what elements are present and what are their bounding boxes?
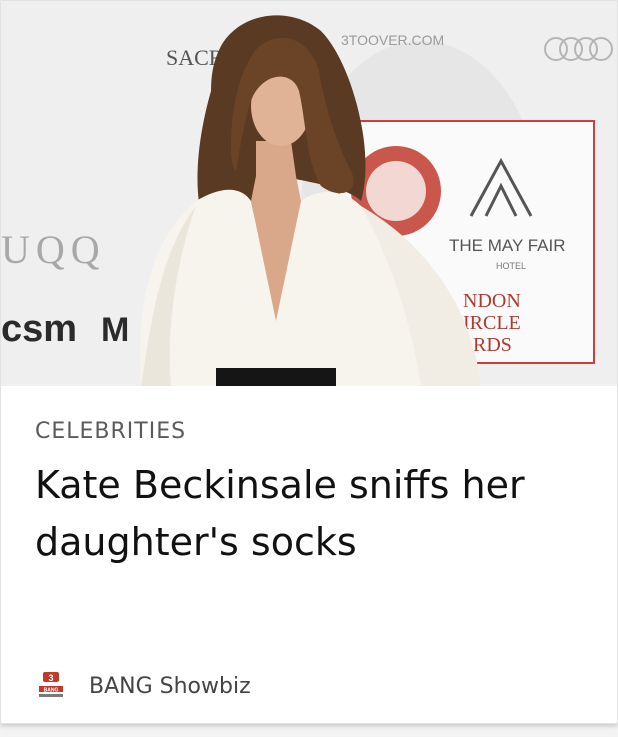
svg-text:csm: csm xyxy=(1,308,77,350)
article-source[interactable]: 3 BANG BANG Showbiz xyxy=(35,669,251,703)
bang-showbiz-logo-icon: 3 BANG xyxy=(39,672,63,697)
article-category[interactable]: CELEBRITIES xyxy=(35,419,186,444)
article-image[interactable]: SACRE 3TOOVER.COM UQQ csm M THE MAY FAIR… xyxy=(1,1,617,386)
backdrop-logo-3toover: 3TOOVER.COM xyxy=(341,32,444,48)
svg-text:IRCLE: IRCLE xyxy=(463,312,521,334)
svg-text:UQQ: UQQ xyxy=(1,227,106,272)
news-card[interactable]: SACRE 3TOOVER.COM UQQ csm M THE MAY FAIR… xyxy=(0,0,618,724)
svg-text:3: 3 xyxy=(48,673,53,683)
article-headline[interactable]: Kate Beckinsale sniffs her daughter's so… xyxy=(35,457,595,571)
svg-text:M: M xyxy=(101,311,129,349)
svg-text:HOTEL: HOTEL xyxy=(496,261,526,271)
backdrop-logo-csm: csm xyxy=(1,308,77,350)
svg-text:NDON: NDON xyxy=(463,290,521,312)
backdrop-logo-m: M xyxy=(101,311,129,349)
svg-text:THE MAY FAIR: THE MAY FAIR xyxy=(449,236,566,255)
svg-text:RDS: RDS xyxy=(473,334,512,356)
backdrop-logo-uqq: UQQ xyxy=(1,227,106,272)
source-name: BANG Showbiz xyxy=(89,673,251,699)
svg-text:BANG: BANG xyxy=(44,688,59,694)
svg-text:3TOOVER.COM: 3TOOVER.COM xyxy=(341,32,444,48)
